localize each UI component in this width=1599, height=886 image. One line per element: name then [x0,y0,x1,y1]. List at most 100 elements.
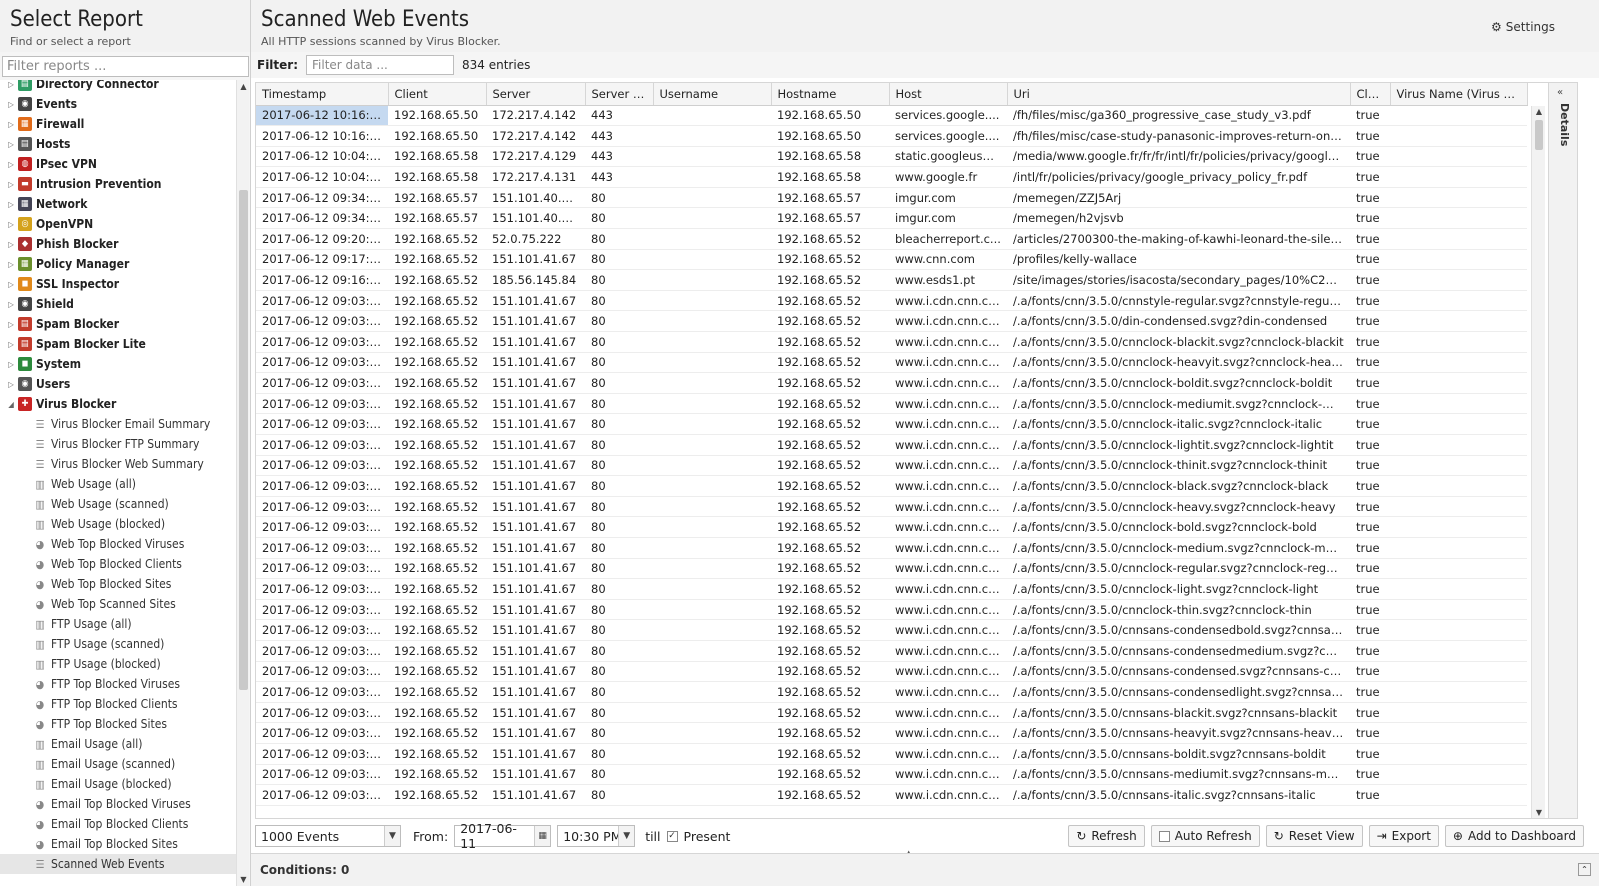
tree-category-virus-blocker[interactable]: ◢ ✚ Virus Blocker [0,394,236,414]
collapsed-arrow-icon[interactable]: ▷ [6,220,16,229]
collapse-left-icon[interactable]: « [1557,87,1563,98]
chevron-down-icon[interactable]: ▼ [618,826,635,846]
tree-report-item[interactable]: ◕ Email Top Blocked Viruses [0,794,236,814]
export-button[interactable]: ⇥ Export [1368,825,1439,847]
tree-category-firewall[interactable]: ▷ ▦ Firewall [0,114,236,134]
table-row[interactable]: 2017-06-12 09:03:0... 192.168.65.52 151.10… [256,764,1527,786]
table-row[interactable]: 2017-06-12 09:03:0... 192.168.65.52 151.10… [256,619,1527,641]
filter-reports-input[interactable] [2,56,249,77]
table-row[interactable]: 2017-06-12 09:03:0... 192.168.65.52 151.10… [256,743,1527,765]
details-panel-tab[interactable]: « Details [1548,83,1577,818]
table-row[interactable]: 2017-06-12 09:03:0... 192.168.65.52 151.10… [256,434,1527,456]
tree-report-item[interactable]: ◕ Email Top Blocked Clients [0,814,236,834]
tree-category-policy-manager[interactable]: ▷ ▦ Policy Manager [0,254,236,274]
table-row[interactable]: 2017-06-12 09:03:0... 192.168.65.52 151.10… [256,331,1527,353]
table-row[interactable]: 2017-06-12 09:03:0... 192.168.65.52 151.10… [256,352,1527,374]
column-header[interactable]: Server P... [585,83,654,106]
tree-report-item[interactable]: ☰ Virus Blocker Email Summary [0,414,236,434]
event-limit-select[interactable]: 1000 Events ▼ [255,825,401,847]
collapsed-arrow-icon[interactable]: ▷ [6,120,16,129]
tree-category-directory-connector[interactable]: ▷ ▤ Directory Connector [0,80,236,94]
chevron-down-icon[interactable]: ▼ [384,826,400,846]
collapsed-arrow-icon[interactable]: ▷ [6,140,16,149]
collapsed-arrow-icon[interactable]: ▷ [6,240,16,249]
collapsed-arrow-icon[interactable]: ▷ [6,300,16,309]
tree-report-item[interactable]: ▥ Email Usage (blocked) [0,774,236,794]
tree-report-item[interactable]: ◕ FTP Top Blocked Clients [0,694,236,714]
column-header[interactable]: Server [486,83,586,106]
tree-category-hosts[interactable]: ▷ ▤ Hosts [0,134,236,154]
table-row[interactable]: 2017-06-12 09:03:0... 192.168.65.52 151.10… [256,578,1527,600]
table-row[interactable]: 2017-06-12 09:03:0... 192.168.65.52 151.10… [256,640,1527,662]
collapsed-arrow-icon[interactable]: ▷ [6,280,16,289]
tree-report-item[interactable]: ☰ Scanned Web Events [0,854,236,874]
scrollbar-thumb[interactable] [1535,120,1543,150]
filter-data-input[interactable] [306,55,455,75]
tree-category-shield[interactable]: ▷ ◉ Shield [0,294,236,314]
collapsed-arrow-icon[interactable]: ▷ [6,320,16,329]
collapsed-arrow-icon[interactable]: ▷ [6,260,16,269]
table-row[interactable]: 2017-06-12 09:20:1... 192.168.65.52 52.0.7… [256,228,1527,250]
table-row[interactable]: 2017-06-12 10:16:3... 192.168.65.50 172.21… [256,105,1527,127]
column-header[interactable]: Virus Name (Virus B... [1390,83,1528,106]
tree-category-intrusion-prevention[interactable]: ▷ ▬ Intrusion Prevention [0,174,236,194]
tree-category-ssl-inspector[interactable]: ▷ ◼ SSL Inspector [0,274,236,294]
tree-report-item[interactable]: ▥ Web Usage (all) [0,474,236,494]
table-row[interactable]: 2017-06-12 09:03:0... 192.168.65.52 151.10… [256,393,1527,415]
table-row[interactable]: 2017-06-12 10:04:2... 192.168.65.58 172.21… [256,146,1527,168]
table-row[interactable]: 2017-06-12 09:03:0... 192.168.65.52 151.10… [256,516,1527,538]
table-row[interactable]: 2017-06-12 09:03:0... 192.168.65.52 151.10… [256,661,1527,683]
table-row[interactable]: 2017-06-12 09:03:0... 192.168.65.52 151.10… [256,413,1527,435]
grid-scrollbar[interactable]: ▲ ▼ [1531,106,1545,818]
tree-report-item[interactable]: ◕ FTP Top Blocked Sites [0,714,236,734]
column-header[interactable]: Client [388,83,487,106]
table-row[interactable]: 2017-06-12 09:03:0... 192.168.65.52 151.10… [256,455,1527,477]
collapsed-arrow-icon[interactable]: ▷ [6,360,16,369]
table-row[interactable]: 2017-06-12 09:03:0... 192.168.65.52 151.10… [256,702,1527,724]
table-row[interactable]: 2017-06-12 09:03:0... 192.168.65.52 151.10… [256,681,1527,703]
table-row[interactable]: 2017-06-12 09:03:0... 192.168.65.52 151.10… [256,599,1527,621]
tree-report-item[interactable]: ▥ FTP Usage (all) [0,614,236,634]
table-row[interactable]: 2017-06-12 09:34:2... 192.168.65.57 151.10… [256,187,1527,209]
table-row[interactable]: 2017-06-12 09:03:0... 192.168.65.52 151.10… [256,558,1527,580]
reset-view-button[interactable]: ↻ Reset View [1265,825,1363,847]
auto-refresh-button[interactable]: Auto Refresh [1150,825,1260,847]
tree-report-item[interactable]: ▥ Email Usage (all) [0,734,236,754]
tree-category-openvpn[interactable]: ▷ ◎ OpenVPN [0,214,236,234]
tree-category-phish-blocker[interactable]: ▷ ◆ Phish Blocker [0,234,236,254]
tree-report-item[interactable]: ◕ FTP Top Blocked Viruses [0,674,236,694]
table-row[interactable]: 2017-06-12 09:17:5... 192.168.65.52 151.10… [256,249,1527,271]
tree-category-ipsec-vpn[interactable]: ▷ ◍ IPsec VPN [0,154,236,174]
refresh-button[interactable]: ↻ Refresh [1068,825,1145,847]
table-row[interactable]: 2017-06-12 09:34:2... 192.168.65.57 151.10… [256,207,1527,230]
tree-report-item[interactable]: ▥ FTP Usage (scanned) [0,634,236,654]
collapsed-arrow-icon[interactable]: ▷ [6,200,16,209]
tree-report-item[interactable]: ◕ Web Top Blocked Sites [0,574,236,594]
settings-button[interactable]: ⚙ Settings [1491,20,1555,34]
tree-category-system[interactable]: ▷ ◼ System [0,354,236,374]
table-row[interactable]: 2017-06-12 09:03:0... 192.168.65.52 151.10… [256,784,1527,806]
tree-report-item[interactable]: ◕ Web Top Blocked Clients [0,554,236,574]
tree-report-item[interactable]: ◕ Web Top Blocked Viruses [0,534,236,554]
table-row[interactable]: 2017-06-12 10:16:3... 192.168.65.50 172.21… [256,125,1527,147]
column-header[interactable]: Uri [1007,83,1351,106]
tree-category-spam-blocker-lite[interactable]: ▷ ▤ Spam Blocker Lite [0,334,236,354]
collapsed-arrow-icon[interactable]: ▷ [6,380,16,389]
conditions-bar[interactable]: Conditions: 0 ⌃ [251,853,1599,886]
tree-report-item[interactable]: ☰ Virus Blocker Web Summary [0,454,236,474]
collapsed-arrow-icon[interactable]: ▷ [6,180,16,189]
tree-report-item[interactable]: ☰ Virus Blocker FTP Summary [0,434,236,454]
table-row[interactable]: 2017-06-12 09:03:0... 192.168.65.52 151.10… [256,475,1527,497]
add-to-dashboard-button[interactable]: ⊕ Add to Dashboard [1444,825,1584,847]
tree-category-users[interactable]: ▷ ◉ Users [0,374,236,394]
scroll-up-icon[interactable]: ▲ [237,82,250,91]
column-header[interactable]: Host [889,83,1008,106]
tree-category-spam-blocker[interactable]: ▷ ▤ Spam Blocker [0,314,236,334]
collapsed-arrow-icon[interactable]: ▷ [6,340,16,349]
scroll-down-icon[interactable]: ▼ [1532,808,1546,817]
calendar-icon[interactable]: ▦ [534,826,551,846]
collapsed-arrow-icon[interactable]: ▷ [6,160,16,169]
tree-report-item[interactable]: ◕ Email Top Blocked Sites [0,834,236,854]
table-row[interactable]: 2017-06-12 09:03:0... 192.168.65.52 151.10… [256,372,1527,394]
tree-report-item[interactable]: ▥ FTP Usage (blocked) [0,654,236,674]
